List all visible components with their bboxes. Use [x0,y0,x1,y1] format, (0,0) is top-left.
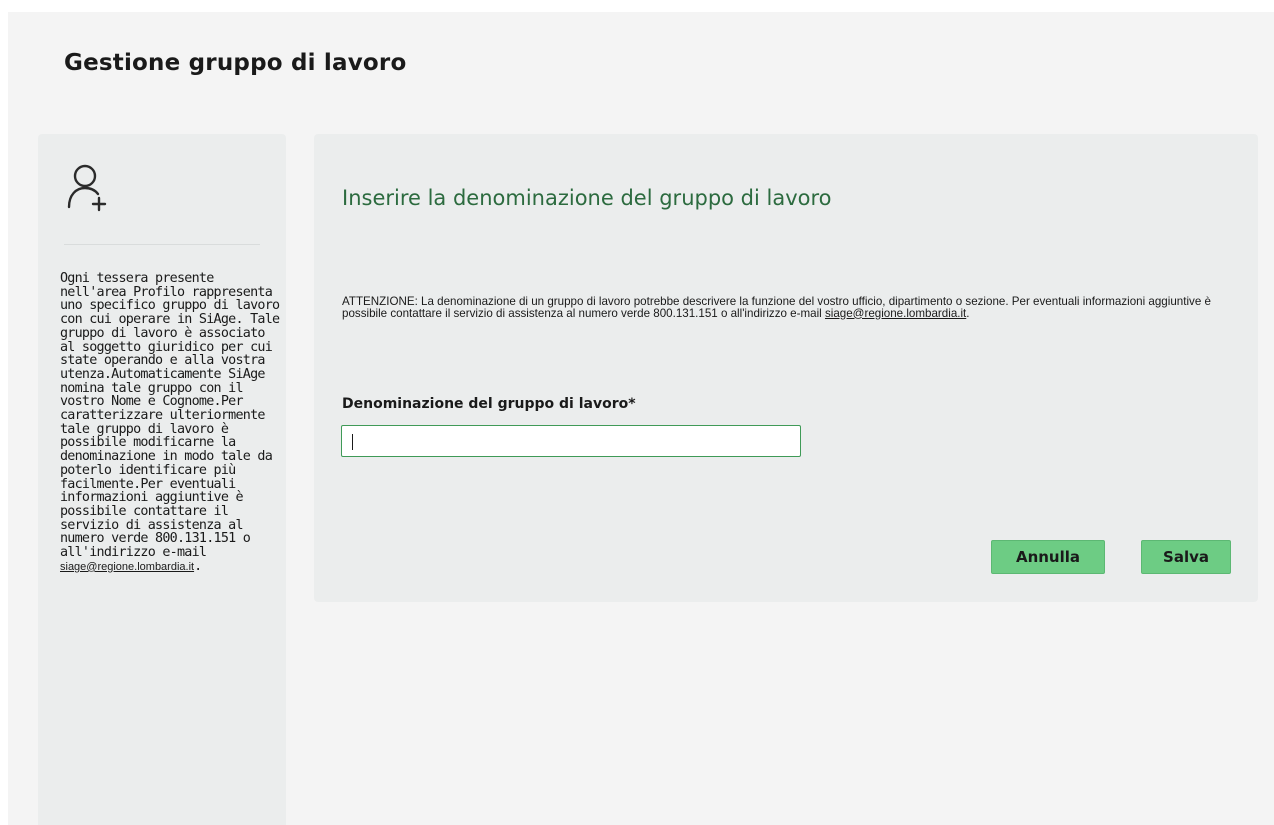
notice-text: ATTENZIONE: La denominazione di un grupp… [342,295,1211,320]
notice-end: . [966,306,970,320]
section-title: Inserire la denominazione del gruppo di … [342,186,832,210]
page-title: Gestione gruppo di lavoro [64,50,407,76]
save-button[interactable]: Salva [1141,540,1231,574]
text-caret [352,434,353,450]
attention-notice: ATTENZIONE: La denominazione di un grupp… [342,296,1242,319]
page-container: Gestione gruppo di lavoro Ogni tessera p… [8,12,1274,825]
cancel-button[interactable]: Annulla [991,540,1105,574]
sidebar-description-end: . [194,558,202,574]
notice-email-link[interactable]: siage@regione.lombardia.it [825,307,966,320]
user-add-icon [67,164,107,212]
info-sidebar: Ogni tessera presente nell'area Profilo … [38,134,286,825]
sidebar-description-text: Ogni tessera presente nell'area Profilo … [60,271,280,561]
group-name-label: Denominazione del gruppo di lavoro* [342,396,636,412]
sidebar-description: Ogni tessera presente nell'area Profilo … [60,272,282,574]
group-name-input[interactable] [341,425,801,457]
sidebar-email-link[interactable]: siage@regione.lombardia.it [60,561,194,573]
group-name-form: Inserire la denominazione del gruppo di … [314,134,1258,602]
sidebar-divider [64,244,260,245]
